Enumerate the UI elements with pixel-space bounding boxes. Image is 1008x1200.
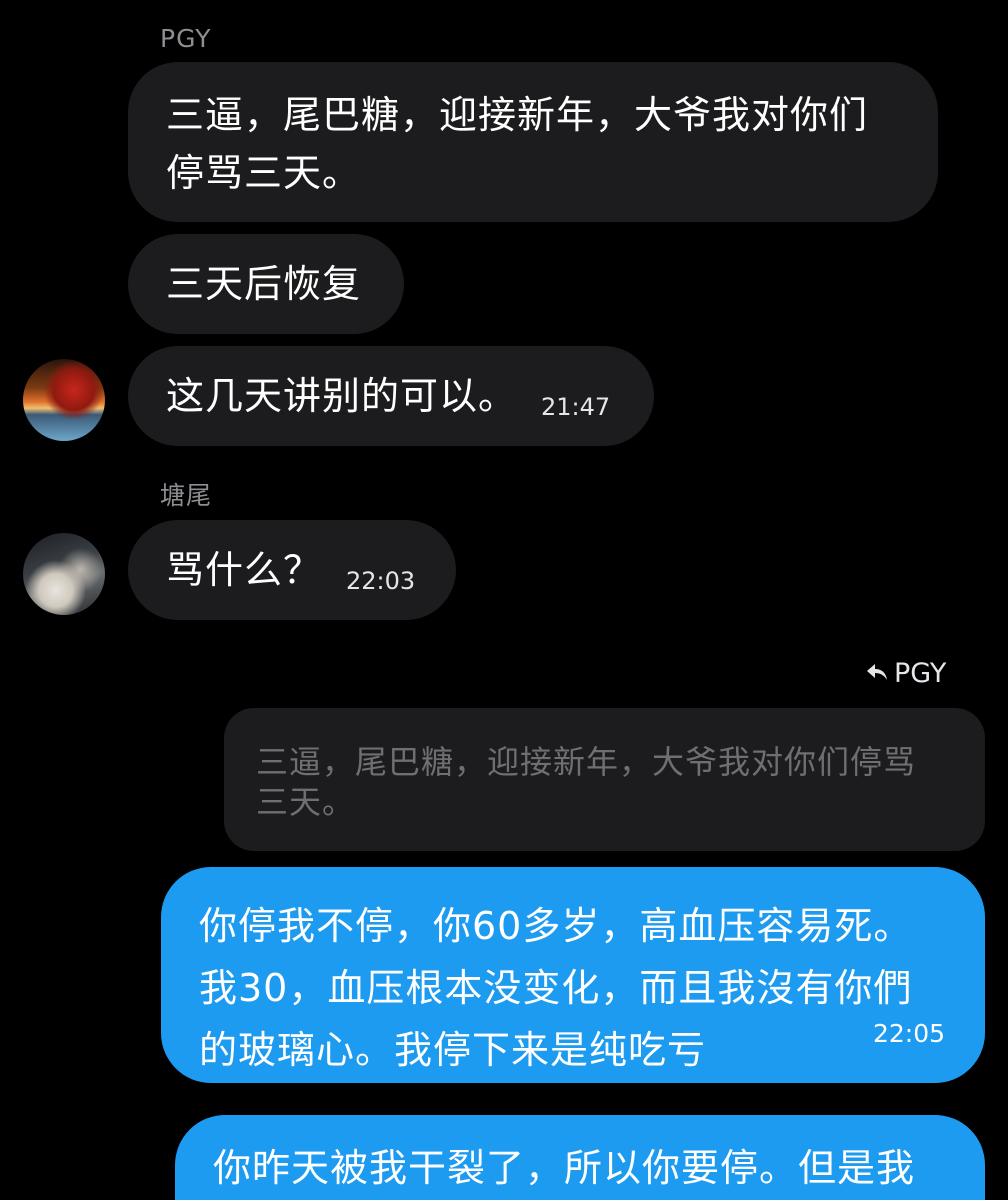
sender-name-pgy: PGY (160, 24, 212, 53)
message-text: 骂什么？ (166, 548, 323, 592)
message-text: 你停我不停，你60多岁，高血压容易死。我30，血压根本没变化，而且我沒有你們的玻… (199, 904, 913, 1072)
message-timestamp: 21:47 (541, 393, 611, 421)
message-bubble[interactable]: 三逼，尾巴糖，迎接新年，大爷我对你们停骂三天。 (128, 62, 938, 222)
reply-to-label[interactable]: PGY (866, 658, 946, 690)
reply-to-name: PGY (894, 658, 947, 689)
message-timestamp: 22:05 (872, 1019, 945, 1048)
chat-screen: PGY 三逼，尾巴糖，迎接新年，大爷我对你们停骂三天。 三天后恢复 这几天讲别的… (0, 0, 1008, 1200)
avatar-icon[interactable] (23, 533, 105, 615)
message-text: 三天后恢复 (166, 262, 362, 306)
message-bubble[interactable]: 这几天讲别的可以。 21:47 (128, 346, 654, 446)
sender-name-tangwei: 塘尾 (160, 481, 213, 510)
message-bubble[interactable]: 三天后恢复 (128, 234, 404, 334)
quoted-message[interactable]: 三逼，尾巴糖，迎接新年，大爷我对你们停骂三天。 (224, 708, 985, 851)
message-text: 这几天讲别的可以。 (166, 374, 518, 418)
reply-arrow-icon (866, 658, 888, 690)
message-text: 你昨天被我干裂了，所以你要停。但是我 (213, 1146, 916, 1190)
quoted-text: 三逼，尾巴糖，迎接新年，大爷我对你们停骂三天。 (256, 743, 917, 821)
message-text: 三逼，尾巴糖，迎接新年，大爷我对你们停骂三天。 (166, 93, 869, 195)
message-bubble-outgoing[interactable]: 你昨天被我干裂了，所以你要停。但是我 (175, 1115, 985, 1200)
avatar-icon[interactable] (23, 359, 105, 441)
message-bubble-outgoing[interactable]: 你停我不停，你60多岁，高血压容易死。我30，血压根本没变化，而且我沒有你們的玻… (161, 867, 985, 1083)
message-timestamp: 22:03 (346, 567, 416, 595)
message-bubble[interactable]: 骂什么？ 22:03 (128, 520, 456, 620)
